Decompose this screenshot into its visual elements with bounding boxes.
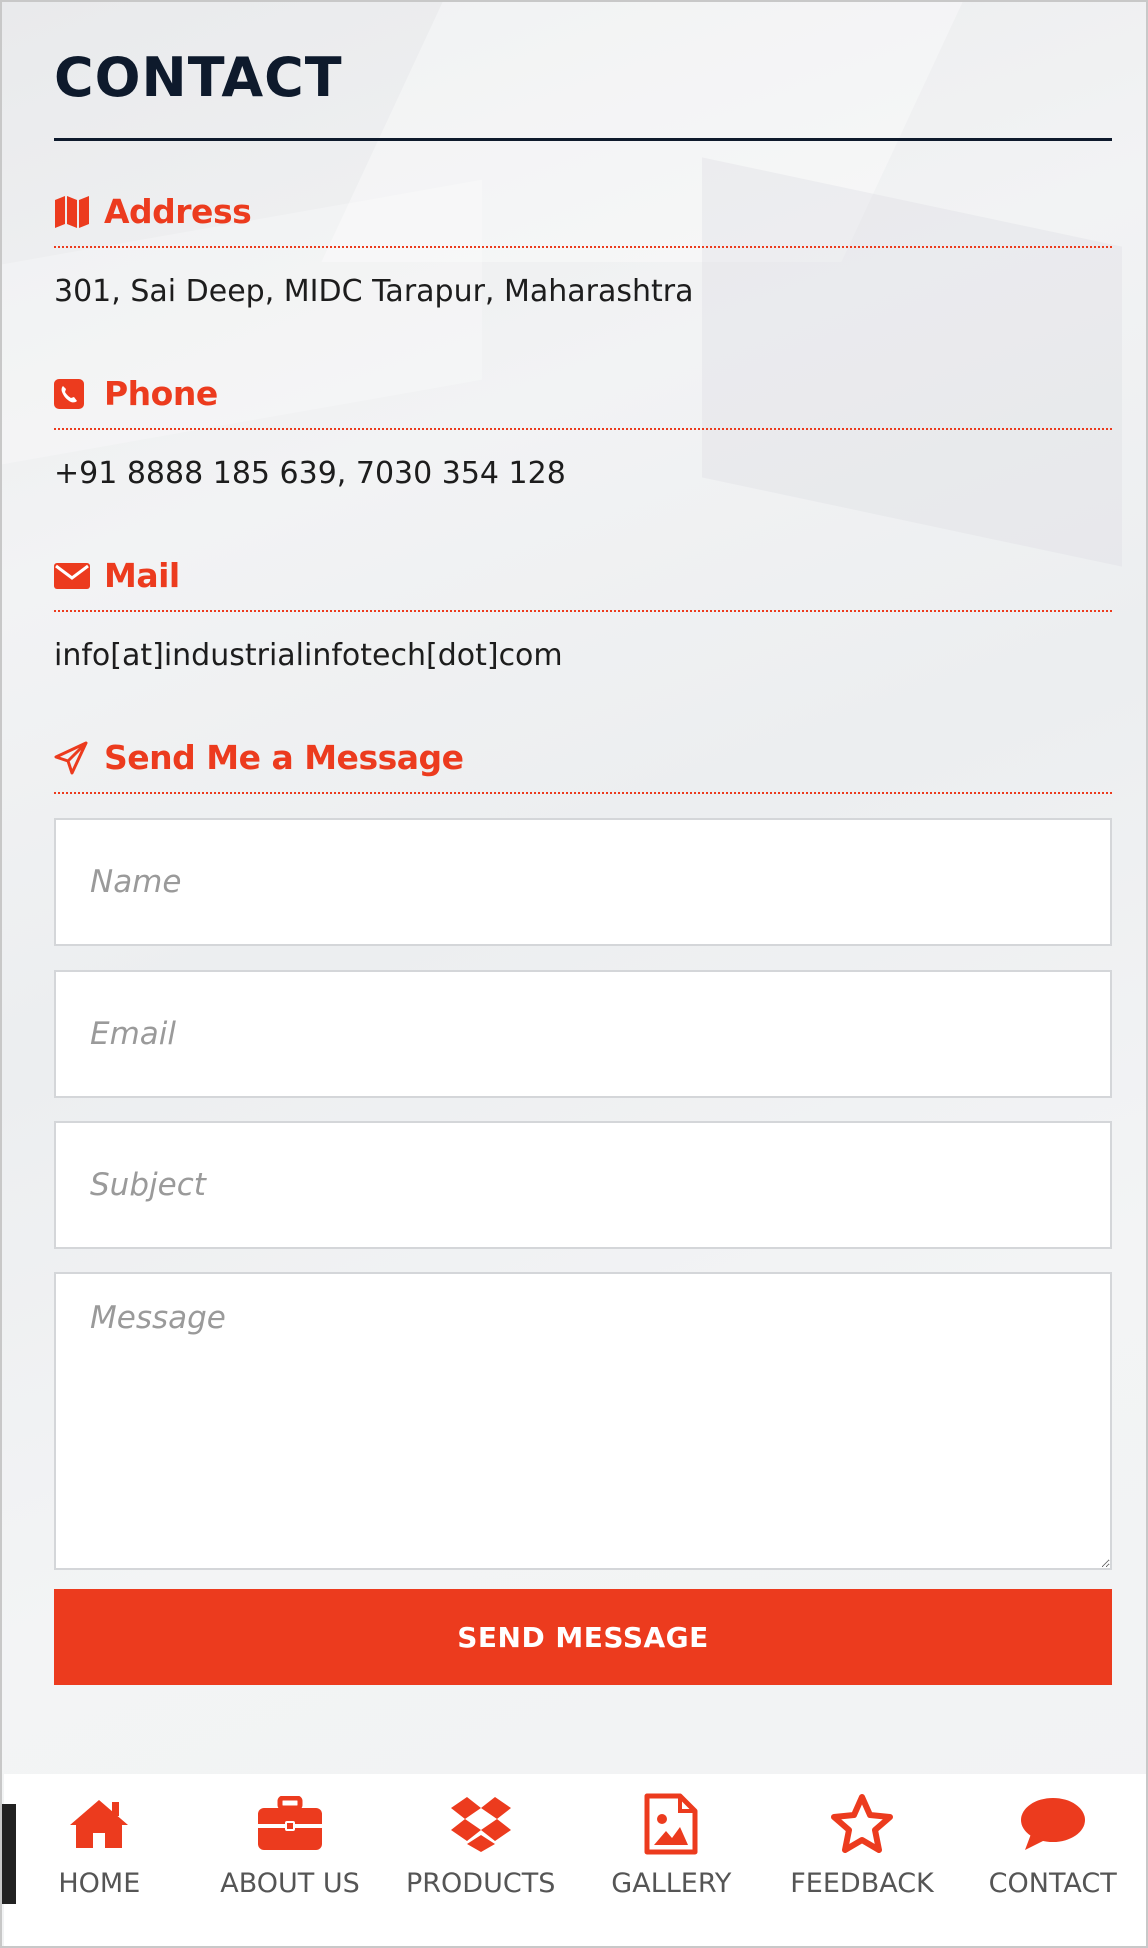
address-heading-label: Address <box>104 192 252 231</box>
envelope-icon <box>54 559 92 593</box>
phone-icon <box>54 377 92 411</box>
nav-item-contact-label: CONTACT <box>988 1868 1117 1899</box>
bottom-nav: HOME ABOUT US PRODUCTS GALLERY FEEDBACK <box>2 1774 1146 1946</box>
nav-item-home[interactable]: HOME <box>4 1774 195 1946</box>
nav-item-home-label: HOME <box>58 1868 141 1899</box>
nav-item-gallery[interactable]: GALLERY <box>576 1774 767 1946</box>
briefcase-icon <box>255 1794 325 1854</box>
message-heading-label: Send Me a Message <box>104 738 464 777</box>
chat-bubble-icon <box>1018 1794 1088 1854</box>
message-divider <box>54 792 1112 794</box>
nav-item-about-us-label: ABOUT US <box>220 1868 360 1899</box>
subject-input[interactable] <box>54 1121 1112 1249</box>
nav-item-products[interactable]: PRODUCTS <box>385 1774 576 1946</box>
home-icon <box>64 1794 134 1854</box>
nav-item-products-label: PRODUCTS <box>406 1868 556 1899</box>
send-message-button[interactable]: SEND MESSAGE <box>54 1589 1112 1685</box>
address-divider <box>54 246 1112 248</box>
page-frame: CONTACT Address 301, Sai Deep, MIDC Tara… <box>0 0 1148 1948</box>
mail-heading: Mail <box>54 556 180 595</box>
map-icon <box>54 195 92 229</box>
phone-divider <box>54 428 1112 430</box>
nav-item-about-us[interactable]: ABOUT US <box>195 1774 386 1946</box>
image-file-icon <box>636 1793 706 1855</box>
star-icon <box>827 1794 897 1854</box>
address-heading: Address <box>54 192 252 231</box>
name-input[interactable] <box>54 818 1112 946</box>
phone-text: +91 8888 185 639, 7030 354 128 <box>54 456 566 491</box>
phone-heading: Phone <box>54 374 218 413</box>
address-text: 301, Sai Deep, MIDC Tarapur, Maharashtra <box>54 274 694 309</box>
paper-plane-icon <box>54 741 92 775</box>
page-title: CONTACT <box>54 46 343 109</box>
nav-item-feedback[interactable]: FEEDBACK <box>767 1774 958 1946</box>
nav-item-feedback-label: FEEDBACK <box>790 1868 934 1899</box>
message-heading: Send Me a Message <box>54 738 464 777</box>
dropbox-icon <box>446 1794 516 1854</box>
phone-heading-label: Phone <box>104 374 218 413</box>
mail-text: info[at]industrialinfotech[dot]com <box>54 638 563 673</box>
email-input[interactable] <box>54 970 1112 1098</box>
nav-item-contact[interactable]: CONTACT <box>957 1774 1146 1946</box>
message-textarea[interactable] <box>54 1272 1112 1570</box>
mail-heading-label: Mail <box>104 556 180 595</box>
nav-item-gallery-label: GALLERY <box>611 1868 732 1899</box>
title-divider <box>54 138 1112 141</box>
mail-divider <box>54 610 1112 612</box>
